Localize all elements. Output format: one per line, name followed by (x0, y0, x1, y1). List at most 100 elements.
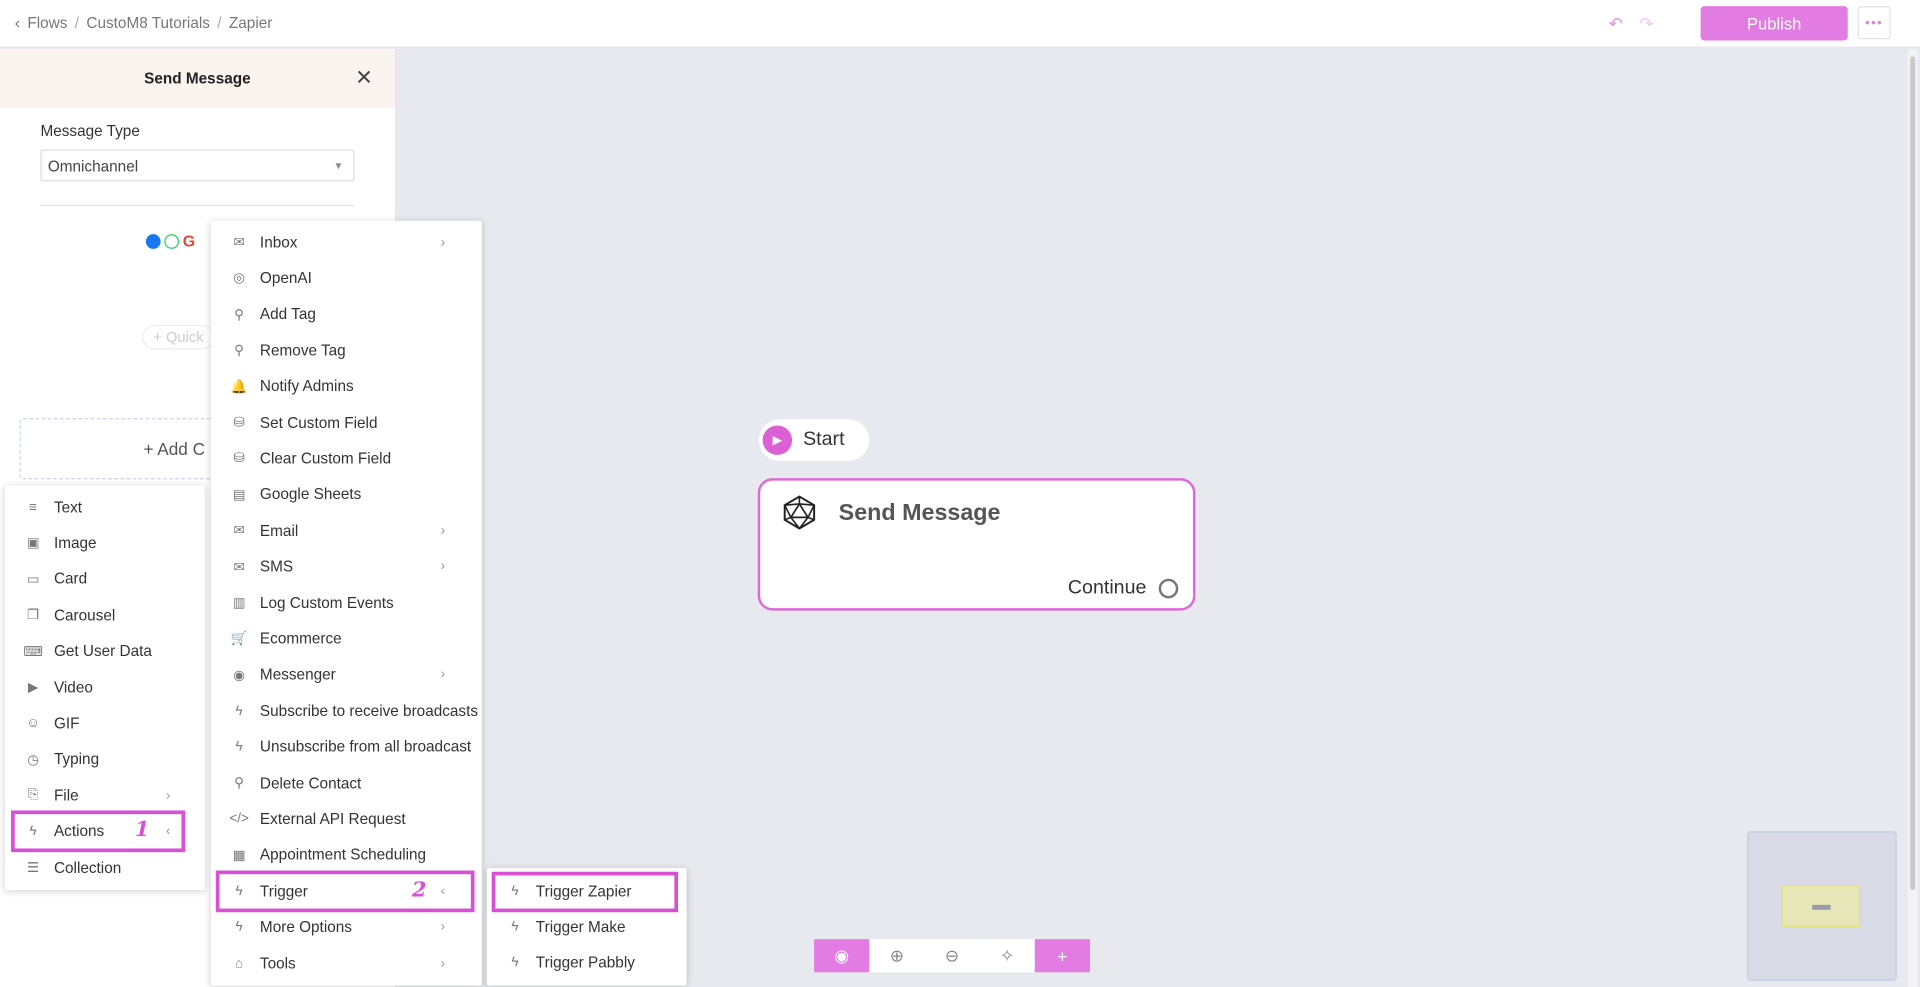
menu-item-icon: ❐ (27, 608, 40, 624)
menu-item-get-user-data[interactable]: ⌨ Get User Data (5, 633, 205, 669)
menu-item-typing[interactable]: ◷ Typing (5, 742, 205, 778)
menu-item-label: Typing (53, 750, 100, 768)
menu-item-trigger-pabbly[interactable]: ϟ Trigger Pabbly (487, 945, 687, 981)
menu-item-icon: ⌂ (235, 955, 244, 971)
message-type-value: Omnichannel (47, 158, 139, 176)
panel-header: Send Message ✕ (0, 49, 395, 108)
menu-item-icon: 🔔 (230, 379, 248, 395)
menu-item-icon: ⎘ (27, 787, 39, 803)
chevron-icon: › (165, 787, 171, 803)
menu-item-tools[interactable]: ⌂ Tools › (211, 945, 482, 981)
undo-icon[interactable]: ↶ (1609, 13, 1623, 34)
menu-item-external-api-request[interactable]: </> External API Request (211, 801, 482, 837)
menu-item-subscribe-to-receive-broadcasts[interactable]: ϟ Subscribe to receive broadcasts (211, 693, 482, 729)
node-title: Send Message (838, 500, 1001, 526)
menu-item-delete-contact[interactable]: ⚲ Delete Contact (211, 765, 482, 801)
redo-icon[interactable]: ↷ (1639, 13, 1653, 34)
menu-item-appointment-scheduling[interactable]: ▦ Appointment Scheduling (211, 837, 482, 873)
menu-item-carousel[interactable]: ❐ Carousel (5, 597, 205, 633)
menu-item-icon: ▶ (27, 680, 39, 696)
menu-item-sms[interactable]: ✉ SMS › (211, 549, 482, 585)
menu-item-google-sheets[interactable]: ▤ Google Sheets (211, 477, 482, 513)
menu-item-icon: ⚲ (234, 776, 245, 791)
menu-item-label: Delete Contact (259, 774, 362, 792)
menu-item-add-tag[interactable]: ⚲ Add Tag (211, 296, 482, 332)
menu-item-unsubscribe-from-all-broadcast[interactable]: ϟ Unsubscribe from all broadcast (211, 729, 482, 765)
menu-item-icon: ✉ (233, 559, 245, 575)
start-node[interactable]: ▶ Start (758, 419, 870, 462)
menu-item-icon: ✉ (233, 523, 245, 539)
continue-port[interactable] (1158, 578, 1179, 599)
menu-item-icon: ▥ (232, 595, 246, 611)
menu-item-image[interactable]: ▣ Image (5, 525, 205, 561)
menu-item-icon: ☰ (27, 860, 40, 876)
auto-arrange-icon[interactable]: ✧ (979, 939, 1035, 973)
menu-item-remove-tag[interactable]: ⚲ Remove Tag (211, 333, 482, 369)
menu-item-label: Collection (53, 858, 122, 877)
close-icon[interactable]: ✕ (355, 66, 372, 91)
menu-item-messenger[interactable]: ◉ Messenger › (211, 657, 482, 693)
top-bar: ‹ Flows / CustoM8 Tutorials / Zapier ↶ ↷… (0, 0, 1920, 48)
menu-item-icon: ▣ (26, 536, 40, 551)
chevron-icon: › (440, 234, 446, 250)
message-type-select[interactable]: Omnichannel ▼ (40, 149, 355, 182)
menu-item-label: Carousel (53, 606, 116, 624)
menu-item-icon: ⚲ (234, 307, 245, 323)
back-chevron-icon[interactable]: ‹ (15, 13, 20, 31)
caret-down-icon: ▼ (333, 160, 344, 172)
menu-item-openai[interactable]: ◎ OpenAI (211, 260, 482, 296)
menu-item-gif[interactable]: ☺ GIF (5, 705, 205, 741)
highlight-trigger-zapier (491, 871, 679, 913)
menu-item-label: Notify Admins (259, 377, 354, 395)
menu-item-card[interactable]: ▭ Card (5, 561, 205, 597)
menu-item-log-custom-events[interactable]: ▥ Log Custom Events (211, 585, 482, 621)
minimap-viewport[interactable] (1781, 885, 1860, 927)
highlight-actions (11, 810, 186, 853)
breadcrumb-folder[interactable]: CustoM8 Tutorials (86, 14, 210, 31)
messenger-icon (145, 234, 161, 249)
menu-item-label: Text (53, 498, 83, 516)
menu-item-icon: ϟ (511, 919, 519, 935)
menu-item-label: Set Custom Field (259, 413, 378, 431)
menu-item-icon: ⌨ (23, 644, 43, 660)
play-icon: ▶ (762, 425, 793, 455)
menu-item-video[interactable]: ▶ Video (5, 669, 205, 705)
menu-item-collection[interactable]: ☰ Collection (5, 850, 205, 886)
continue-label: Continue (1067, 577, 1147, 599)
menu-item-file[interactable]: ⎘ File › (5, 778, 205, 814)
menu-item-icon: ▦ (232, 848, 246, 863)
menu-item-label: Image (53, 534, 97, 552)
vertical-scrollbar[interactable] (1907, 49, 1918, 987)
add-node-icon[interactable]: + (1034, 939, 1091, 973)
menu-item-more-options[interactable]: ϟ More Options › (211, 909, 482, 945)
menu-item-icon: ≡ (29, 499, 38, 515)
annotation-step-1: 1 (134, 817, 150, 843)
menu-item-ecommerce[interactable]: 🛒 Ecommerce (211, 621, 482, 657)
menu-item-icon: ☺ (26, 715, 40, 731)
menu-item-icon: ϟ (511, 955, 519, 971)
more-options-button[interactable]: ••• (1857, 6, 1891, 40)
menu-item-set-custom-field[interactable]: ⛁ Set Custom Field (211, 405, 482, 441)
breadcrumb-flows[interactable]: Flows (27, 14, 67, 31)
menu-item-label: More Options (259, 918, 352, 936)
menu-item-email[interactable]: ✉ Email › (211, 513, 482, 549)
menu-item-icon: ◷ (27, 752, 39, 768)
quick-reply-button[interactable]: + Quick (142, 324, 215, 350)
zoom-in-icon[interactable]: ⊕ (869, 939, 925, 973)
send-message-node[interactable]: Send Message Continue (757, 478, 1196, 611)
chevron-icon: › (440, 955, 446, 971)
zoom-out-icon[interactable]: ⊖ (924, 939, 980, 973)
scrollbar-thumb[interactable] (1910, 56, 1916, 891)
menu-item-text[interactable]: ≡ Text (5, 489, 205, 525)
publish-button[interactable]: Publish (1700, 6, 1848, 41)
menu-item-inbox[interactable]: ✉ Inbox › (211, 224, 482, 260)
menu-item-icon: </> (229, 811, 249, 827)
menu-item-clear-custom-field[interactable]: ⛁ Clear Custom Field (211, 441, 482, 477)
menu-item-notify-admins[interactable]: 🔔 Notify Admins (211, 369, 482, 405)
menu-item-label: Subscribe to receive broadcasts (259, 702, 479, 720)
menu-item-trigger-make[interactable]: ϟ Trigger Make (487, 909, 687, 945)
minimap[interactable] (1747, 831, 1897, 981)
preview-icon[interactable]: ◉ (814, 939, 870, 973)
menu-item-label: Card (53, 570, 88, 588)
menu-item-label: Clear Custom Field (259, 449, 392, 468)
